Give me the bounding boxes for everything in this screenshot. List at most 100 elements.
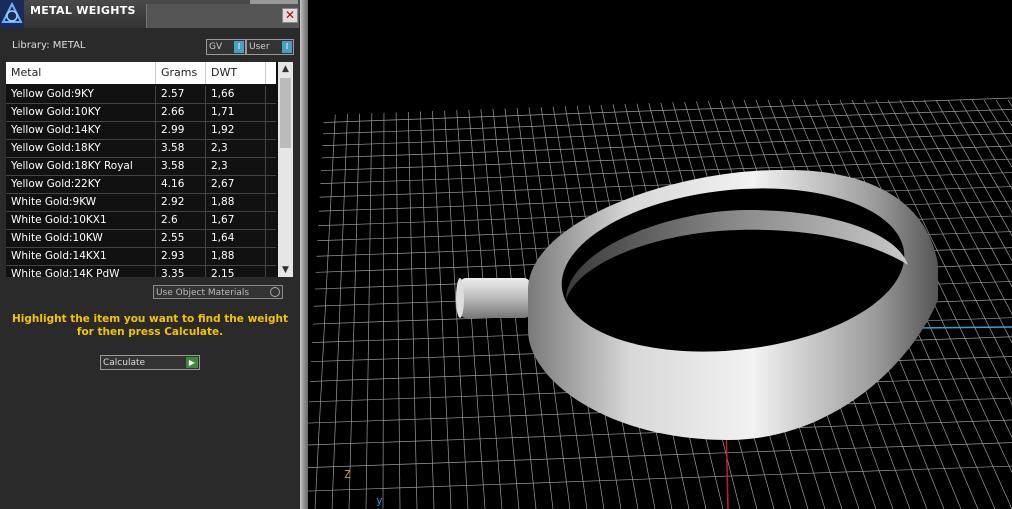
grid-line: [308, 465, 1012, 492]
use-object-materials-toggle[interactable]: Use Object Materials: [153, 285, 283, 299]
table-row[interactable]: Yellow Gold:18KY 3.58 2,3: [6, 140, 276, 158]
dwt-cell: 1,67: [206, 212, 266, 229]
radio-icon: [270, 287, 280, 297]
dwt-cell: 2,15: [206, 266, 266, 277]
column-header-grams[interactable]: Grams: [156, 62, 206, 84]
grams-cell: 2.55: [156, 230, 206, 247]
metal-cell: Yellow Gold:22KY: [6, 176, 156, 193]
dwt-cell: 2,3: [206, 140, 266, 157]
grid-line: [308, 99, 325, 509]
dwt-cell: 1,92: [206, 122, 266, 139]
grams-cell: 2.66: [156, 104, 206, 121]
grams-cell: 4.16: [156, 176, 206, 193]
metal-cell: Yellow Gold:18KY: [6, 140, 156, 157]
grams-cell: 2.6: [156, 212, 206, 229]
dwt-cell: 1,64: [206, 230, 266, 247]
calculate-label: Calculate: [103, 358, 146, 368]
ring-stub: [460, 278, 530, 318]
close-button[interactable]: ✕: [282, 8, 298, 23]
user-indicator-icon: I: [282, 41, 292, 53]
axis-y-label: y: [376, 494, 383, 507]
grams-cell: 3.35: [156, 266, 206, 277]
axis-z-label: Z: [344, 468, 351, 481]
grid-line: [419, 99, 435, 509]
grid-line: [308, 99, 313, 509]
metal-cell: White Gold:14K PdW: [6, 266, 156, 277]
dwt-cell: 1,71: [206, 104, 266, 121]
grid-line: [995, 99, 1012, 509]
grid-line: [308, 90, 1012, 113]
metal-cell: White Gold:9KW: [6, 194, 156, 211]
column-header-metal[interactable]: Metal: [6, 62, 156, 84]
calculate-button[interactable]: Calculate ▶: [100, 355, 200, 370]
metal-cell: White Gold:10KW: [6, 230, 156, 247]
panel-title: METAL WEIGHTS: [30, 4, 136, 17]
grid-line: [308, 109, 1012, 135]
3d-viewport[interactable]: [308, 0, 1012, 509]
grid-line: [431, 99, 452, 509]
grid-line: [983, 99, 1012, 509]
panel-splitter[interactable]: [300, 0, 308, 509]
dwt-cell: 1,88: [206, 194, 266, 211]
gv-toggle[interactable]: GV I: [206, 39, 246, 55]
dwt-cell: 2,67: [206, 176, 266, 193]
gv-toggle-label: GV: [209, 42, 223, 52]
metal-table: Metal Grams DWT Yellow Gold:9KY 2.57 1,66 …: [6, 62, 293, 277]
dwt-cell: 1,66: [206, 86, 266, 103]
table-row[interactable]: Yellow Gold:10KY 2.66 1,71: [6, 104, 276, 122]
table-body: Yellow Gold:9KY 2.57 1,66 Yellow Gold:10KY…: [6, 86, 276, 277]
grid-line: [407, 99, 418, 509]
grams-cell: 2.99: [156, 122, 206, 139]
instruction-text: Highlight the item you want to find the …: [12, 313, 288, 338]
grid-line: [331, 99, 349, 509]
table-row[interactable]: White Gold:10KW 2.55 1,64: [6, 230, 276, 248]
scroll-down-icon[interactable]: ▼: [280, 265, 291, 275]
table-row[interactable]: Yellow Gold:14KY 2.99 1,92: [6, 122, 276, 140]
table-header: Metal Grams DWT: [6, 62, 276, 84]
table-row[interactable]: White Gold:14K PdW 3.35 2,15: [6, 266, 276, 277]
grid-line: [308, 97, 1012, 124]
metal-weights-panel: METAL WEIGHTS ✕ Library: METAL GV I User…: [0, 0, 300, 509]
metal-cell: Yellow Gold:10KY: [6, 104, 156, 121]
grid-line: [308, 158, 1012, 185]
user-toggle-label: User: [249, 42, 270, 52]
grams-cell: 2.93: [156, 248, 206, 265]
table-row[interactable]: White Gold:10KX1 2.6 1,67: [6, 212, 276, 230]
dwt-cell: 2,3: [206, 158, 266, 175]
table-row[interactable]: Yellow Gold:18KY Royal 3.58 2,3: [6, 158, 276, 176]
dwt-cell: 1,88: [206, 248, 266, 265]
metal-cell: Yellow Gold:14KY: [6, 122, 156, 139]
table-row[interactable]: White Gold:14KX1 2.93 1,88: [6, 248, 276, 266]
grams-cell: 2.57: [156, 86, 206, 103]
column-header-dwt[interactable]: DWT: [206, 62, 266, 84]
metal-cell: White Gold:10KX1: [6, 212, 156, 229]
gv-indicator-icon: I: [234, 41, 244, 53]
title-tab-strip: [146, 4, 299, 28]
grid-line: [308, 133, 1012, 159]
metal-cell: White Gold:14KX1: [6, 248, 156, 265]
user-toggle[interactable]: User I: [246, 39, 294, 55]
scroll-up-icon[interactable]: ▲: [280, 64, 291, 74]
grid-line: [382, 99, 385, 509]
ring-model[interactable]: [456, 169, 938, 440]
grams-cell: 3.58: [156, 158, 206, 175]
grams-cell: 3.58: [156, 140, 206, 157]
play-arrow-icon: ▶: [186, 357, 198, 368]
table-scrollbar[interactable]: ▲ ▼: [278, 62, 293, 277]
viewport-scene: [308, 90, 1012, 509]
scrollbar-thumb[interactable]: [280, 78, 291, 148]
title-tab-accent: [250, 0, 298, 4]
grid-line: [314, 99, 337, 509]
metal-cell: Yellow Gold:18KY Royal: [6, 158, 156, 175]
ring-stub-cap: [456, 278, 464, 318]
table-row[interactable]: Yellow Gold:9KY 2.57 1,66: [6, 86, 276, 104]
grid-line: [308, 145, 1012, 172]
table-row[interactable]: Yellow Gold:22KY 4.16 2,67: [6, 176, 276, 194]
grams-cell: 2.92: [156, 194, 206, 211]
table-row[interactable]: White Gold:9KW 2.92 1,88: [6, 194, 276, 212]
grid-line: [395, 99, 401, 509]
title-bar: METAL WEIGHTS ✕: [0, 0, 300, 28]
app-logo-icon: [0, 0, 24, 28]
library-label: Library: METAL: [12, 40, 86, 51]
grid-line: [308, 120, 1012, 147]
